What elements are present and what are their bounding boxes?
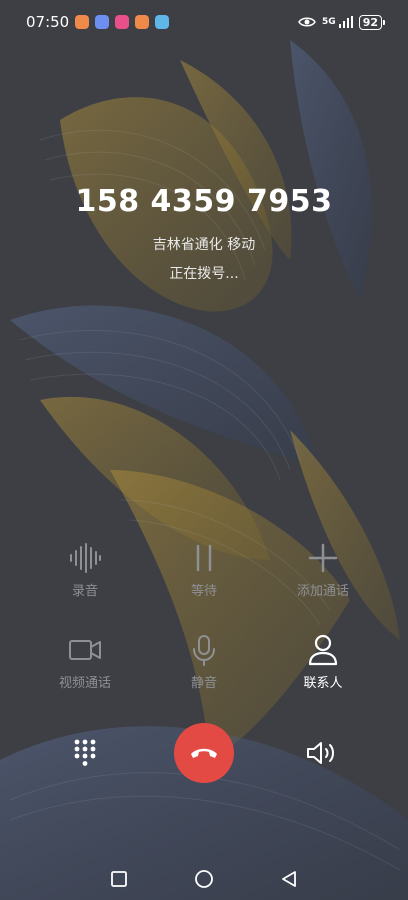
mute-label: 静音	[190, 676, 217, 691]
record-label: 录音	[71, 584, 98, 599]
record-button[interactable]: 录音	[25, 540, 145, 599]
triangle-back-icon	[282, 871, 296, 887]
call-status: 正在拨号...	[169, 266, 239, 282]
waveform-icon	[70, 543, 101, 573]
speaker-icon	[307, 742, 334, 764]
network-type: 5G	[322, 16, 336, 27]
mute-button[interactable]: 静音	[144, 632, 264, 691]
end-call-button[interactable]	[174, 723, 234, 783]
recents-button[interactable]	[108, 868, 130, 890]
video-call-label: 视频通话	[58, 676, 111, 691]
navigation-bar	[0, 858, 408, 898]
battery-indicator: 92	[358, 14, 386, 30]
hold-label: 等待	[190, 584, 217, 599]
app-notification-icon	[155, 15, 170, 29]
status-time: 07:50	[26, 13, 70, 31]
pause-icon	[196, 544, 212, 572]
app-notification-icon	[75, 15, 90, 29]
eye-icon	[298, 17, 316, 27]
microphone-icon	[193, 635, 215, 666]
person-icon	[308, 634, 338, 666]
video-call-button[interactable]: 视频通话	[25, 632, 145, 691]
home-button[interactable]	[193, 868, 215, 890]
hold-button[interactable]: 等待	[144, 540, 264, 599]
contacts-button[interactable]: 联系人	[263, 632, 383, 691]
square-icon	[111, 871, 127, 887]
speaker-button[interactable]	[302, 733, 342, 773]
caller-location: 吉林省通化 移动	[152, 237, 256, 253]
app-notification-icon	[135, 15, 150, 29]
add-call-label: 添加通话	[296, 584, 349, 599]
app-notification-icon	[115, 15, 130, 29]
dialpad-icon	[74, 739, 96, 766]
add-call-button[interactable]: 添加通话	[263, 540, 383, 599]
contacts-label: 联系人	[303, 676, 343, 691]
back-button[interactable]	[278, 868, 300, 890]
circle-icon	[195, 870, 213, 888]
plus-icon	[308, 543, 338, 573]
video-camera-icon	[69, 640, 101, 660]
app-notification-icon	[95, 15, 110, 29]
signal-icon	[338, 16, 353, 28]
dialpad-button[interactable]	[65, 733, 105, 773]
status-bar: 07:50 5G 92	[0, 0, 408, 44]
phone-hangup-icon	[191, 748, 217, 758]
phone-number: 158 4359 7953	[75, 184, 333, 219]
